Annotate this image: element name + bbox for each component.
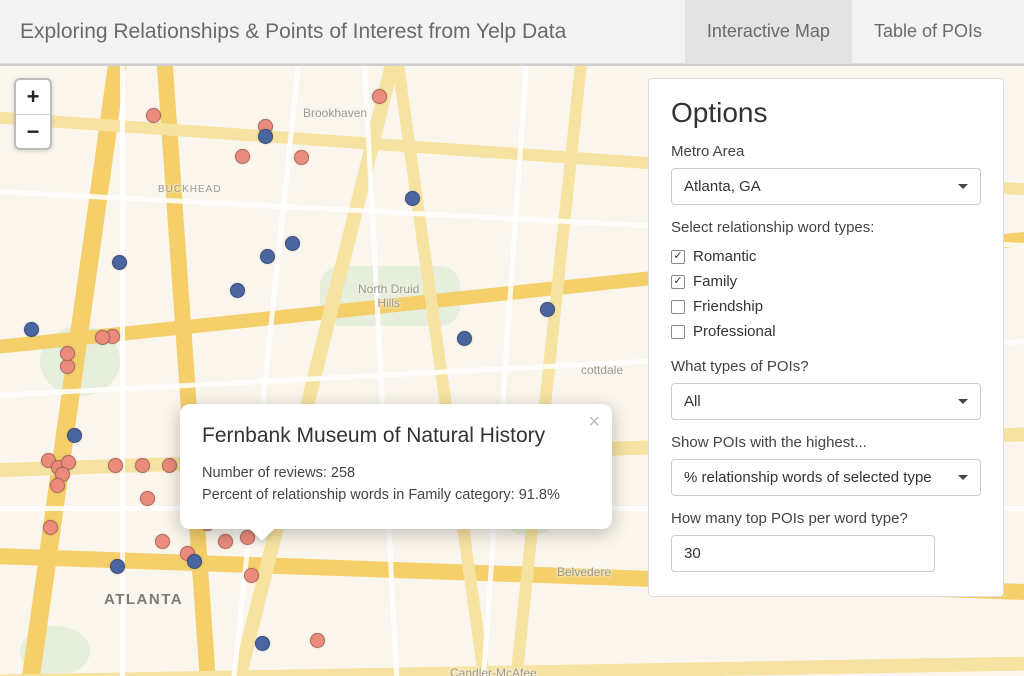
poi-marker-blue[interactable] xyxy=(255,636,270,651)
tab-interactive-map[interactable]: Interactive Map xyxy=(685,0,852,64)
poi-marker-red[interactable] xyxy=(162,458,177,473)
metro-area-select[interactable]: Atlanta, GA xyxy=(671,168,981,205)
poi-marker-red[interactable] xyxy=(235,149,250,164)
show-select[interactable]: % relationship words of selected type xyxy=(671,459,981,496)
checkbox-row-friendship[interactable]: Friendship xyxy=(671,294,981,319)
checkbox-label: Professional xyxy=(693,323,776,340)
poitypes-value: All xyxy=(684,393,701,410)
popup-percent: Percent of relationship words in Family … xyxy=(202,484,590,506)
tab-table-of-pois[interactable]: Table of POIs xyxy=(852,0,1004,64)
poi-marker-red[interactable] xyxy=(43,520,58,535)
relwords-group: Romantic Family Friendship Professional xyxy=(671,244,981,344)
poi-marker-red[interactable] xyxy=(140,491,155,506)
poi-marker-red[interactable] xyxy=(155,534,170,549)
popup-title: Fernbank Museum of Natural History xyxy=(202,424,590,448)
poitypes-select[interactable]: All xyxy=(671,383,981,420)
header-bar: Exploring Relationships & Points of Inte… xyxy=(0,0,1024,64)
poi-marker-red[interactable] xyxy=(50,478,65,493)
poi-marker-red[interactable] xyxy=(372,89,387,104)
poi-marker-blue[interactable] xyxy=(67,428,82,443)
page-title: Exploring Relationships & Points of Inte… xyxy=(20,20,685,44)
map-place-label: ATLANTA xyxy=(104,591,183,608)
popup-reviews: Number of reviews: 258 xyxy=(202,462,590,484)
poi-marker-blue[interactable] xyxy=(230,283,245,298)
poi-marker-blue[interactable] xyxy=(260,249,275,264)
poi-marker-blue[interactable] xyxy=(405,191,420,206)
checkbox-icon[interactable] xyxy=(671,275,685,289)
zoom-in-button[interactable]: + xyxy=(16,80,50,114)
metro-area-label: Metro Area xyxy=(671,143,981,160)
checkbox-row-professional[interactable]: Professional xyxy=(671,319,981,344)
metro-area-value: Atlanta, GA xyxy=(684,178,761,195)
chevron-down-icon xyxy=(958,475,968,485)
poi-marker-red[interactable] xyxy=(135,458,150,473)
checkbox-icon[interactable] xyxy=(671,300,685,314)
main-area: BrookhavenBUCKHEADNorth Druid HillsDRUID… xyxy=(0,64,1024,676)
checkbox-label: Romantic xyxy=(693,248,756,265)
map-place-label: Brookhaven xyxy=(303,106,367,120)
poi-marker-blue[interactable] xyxy=(110,559,125,574)
poi-marker-red[interactable] xyxy=(310,633,325,648)
close-icon[interactable]: × xyxy=(588,412,600,432)
poi-marker-red[interactable] xyxy=(95,330,110,345)
poi-marker-red[interactable] xyxy=(146,108,161,123)
zoom-control: + − xyxy=(14,78,52,150)
poi-marker-blue[interactable] xyxy=(258,129,273,144)
zoom-out-button[interactable]: − xyxy=(16,114,50,148)
count-label: How many top POIs per word type? xyxy=(671,510,981,527)
poitypes-label: What types of POIs? xyxy=(671,358,981,375)
checkbox-label: Family xyxy=(693,273,737,290)
checkbox-icon[interactable] xyxy=(671,250,685,264)
poi-marker-red[interactable] xyxy=(108,458,123,473)
options-panel: Options Metro Area Atlanta, GA Select re… xyxy=(648,78,1004,597)
options-heading: Options xyxy=(671,97,981,129)
chevron-down-icon xyxy=(958,399,968,409)
poi-marker-red[interactable] xyxy=(218,534,233,549)
show-label: Show POIs with the highest... xyxy=(671,434,981,451)
poi-marker-blue[interactable] xyxy=(457,331,472,346)
poi-marker-red[interactable] xyxy=(244,568,259,583)
checkbox-row-romantic[interactable]: Romantic xyxy=(671,244,981,269)
poi-marker-blue[interactable] xyxy=(285,236,300,251)
poi-marker-red[interactable] xyxy=(60,359,75,374)
poi-marker-blue[interactable] xyxy=(187,554,202,569)
tabs: Interactive Map Table of POIs xyxy=(685,0,1004,64)
checkbox-row-family[interactable]: Family xyxy=(671,269,981,294)
poi-marker-red[interactable] xyxy=(294,150,309,165)
relwords-label: Select relationship word types: xyxy=(671,219,981,236)
checkbox-label: Friendship xyxy=(693,298,763,315)
poi-marker-red[interactable] xyxy=(60,346,75,361)
count-input[interactable] xyxy=(671,535,935,572)
poi-marker-blue[interactable] xyxy=(112,255,127,270)
chevron-down-icon xyxy=(958,184,968,194)
poi-marker-blue[interactable] xyxy=(540,302,555,317)
poi-marker-blue[interactable] xyxy=(24,322,39,337)
poi-popup: × Fernbank Museum of Natural History Num… xyxy=(180,404,612,529)
checkbox-icon[interactable] xyxy=(671,325,685,339)
show-value: % relationship words of selected type xyxy=(684,469,932,486)
